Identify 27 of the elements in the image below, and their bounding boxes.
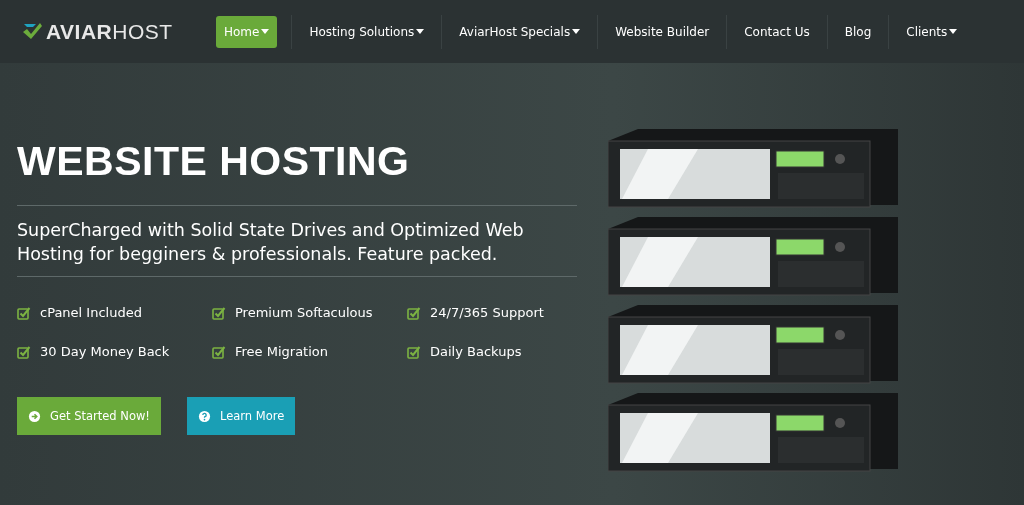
nav-link[interactable]: Hosting Solutions xyxy=(292,15,442,48)
nav-link[interactable]: Blog xyxy=(827,15,889,48)
caret-icon xyxy=(572,29,581,34)
caret-icon xyxy=(416,29,425,34)
arrow-circle-icon xyxy=(28,409,41,423)
caret-icon xyxy=(949,29,958,34)
feature-label: cPanel Included xyxy=(40,305,142,320)
checkbox-check-icon xyxy=(17,305,31,320)
feature-label: Daily Backups xyxy=(430,344,522,359)
nav-link[interactable]: Clients xyxy=(889,15,975,48)
checkbox-check-icon xyxy=(212,344,226,359)
nav-link[interactable]: Website Builder xyxy=(598,15,727,48)
feature-label: 30 Day Money Back xyxy=(40,344,170,359)
caret-icon xyxy=(261,29,270,34)
checkbox-check-icon xyxy=(407,344,421,359)
nav-link[interactable]: Contact Us xyxy=(727,15,827,48)
question-circle-icon xyxy=(197,409,211,423)
checkbox-check-icon xyxy=(212,305,226,320)
checkbox-check-icon xyxy=(17,344,31,359)
logo-text[interactable]: AVIARHOST xyxy=(46,19,173,44)
hero-subtitle: SuperCharged with Solid State Drives and Optimized Web Hosting for begginers & professionals. Feature packed. xyxy=(17,219,525,266)
checkbox-check-icon xyxy=(407,305,421,320)
feature-label: Premium Softaculous xyxy=(235,305,373,320)
nav-link[interactable]: AviarHost Specials xyxy=(442,15,598,48)
hero-title: WEBSITE HOSTING xyxy=(17,138,411,185)
feature-label: Free Migration xyxy=(235,344,328,359)
feature-label: 24/7/365 Support xyxy=(430,305,544,320)
